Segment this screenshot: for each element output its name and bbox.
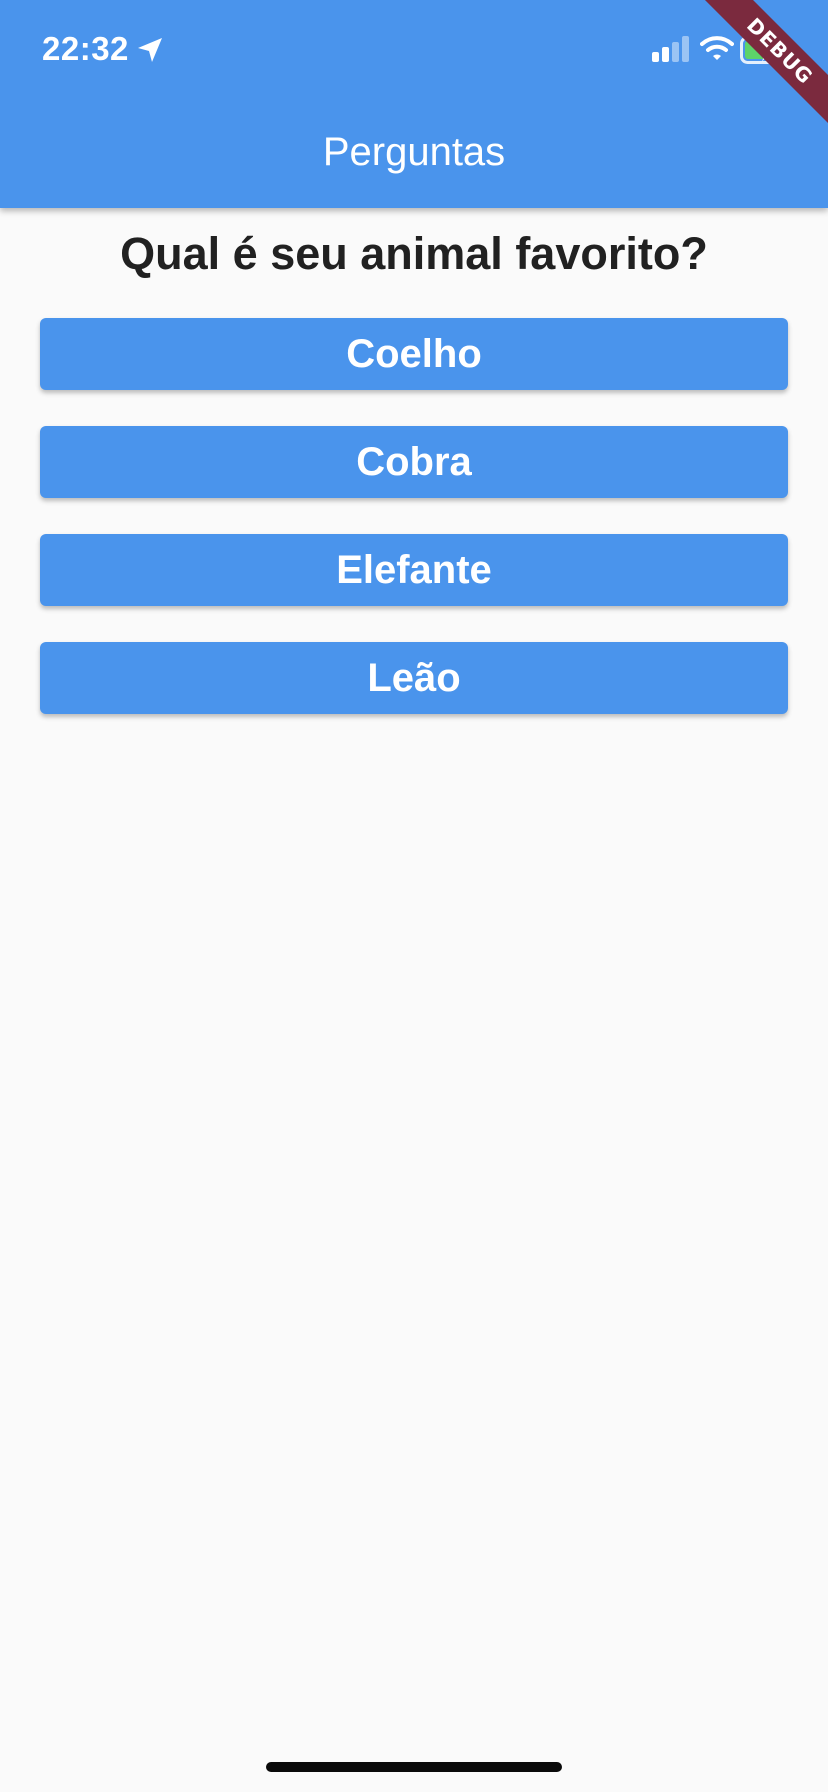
question-text: Qual é seu animal favorito? [120, 228, 708, 279]
answer-button-leao[interactable]: Leão [40, 642, 788, 714]
signal-icon [652, 36, 689, 62]
home-indicator[interactable] [266, 1762, 562, 1772]
debug-banner: DEBUG [688, 0, 828, 140]
answer-button-elefante[interactable]: Elefante [40, 534, 788, 606]
debug-banner-label: DEBUG [697, 0, 828, 134]
answer-button-coelho[interactable]: Coelho [40, 318, 788, 390]
answer-button-cobra[interactable]: Cobra [40, 426, 788, 498]
location-arrow-icon [138, 38, 162, 62]
status-time: 22:32 [42, 30, 129, 67]
